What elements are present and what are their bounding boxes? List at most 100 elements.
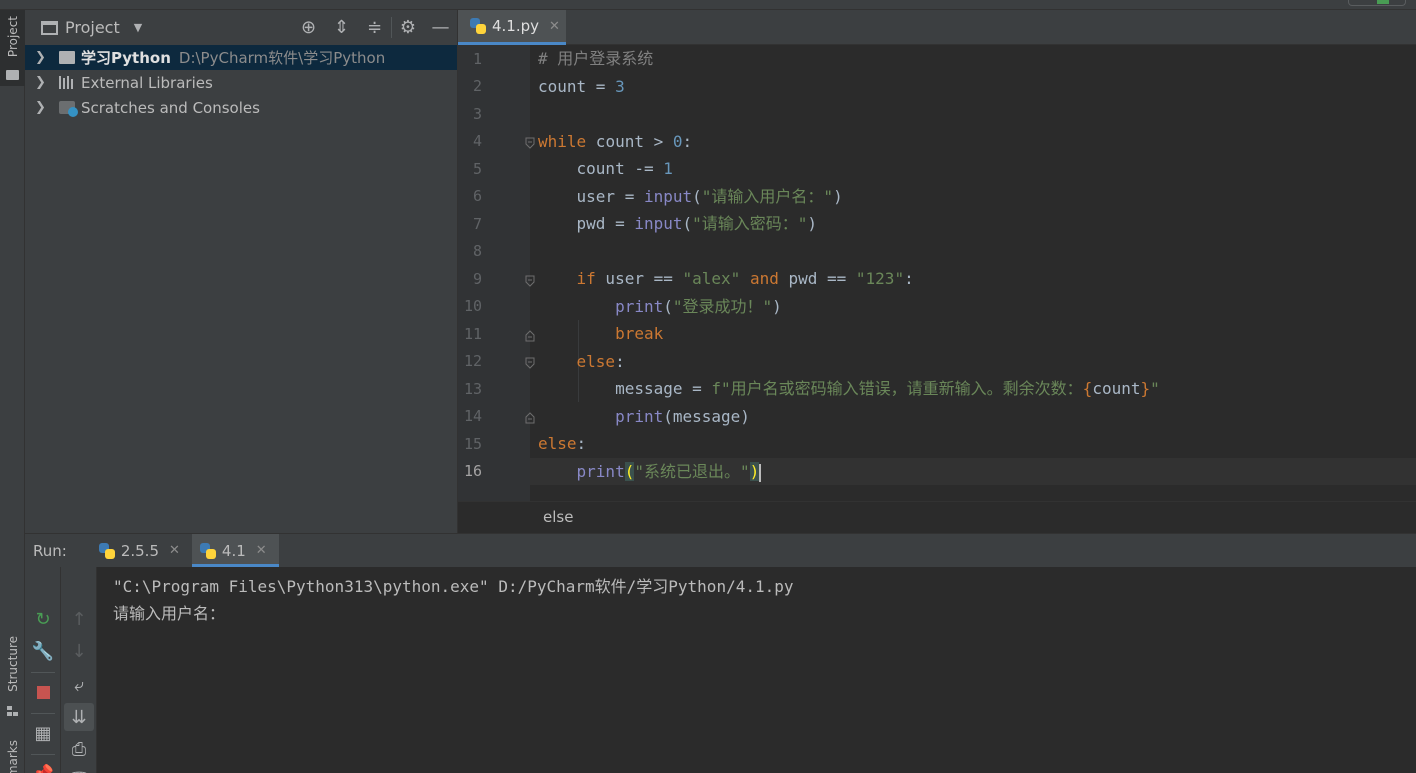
arrow-up-icon[interactable]: ↑ [61, 605, 97, 633]
project-panel: Project ▼ ⊕ ⇕ ≑ ⚙ — ❯ 学习Python D:\PyChar… [25, 10, 458, 533]
code-token: ( [692, 187, 702, 206]
tree-item-scratches[interactable]: ❯ Scratches and Consoles [25, 95, 457, 120]
run-panel-header: Run: 2.5.5 ✕ 4.1 ✕ [25, 534, 1416, 567]
tree-item-label: Scratches and Consoles [81, 98, 260, 117]
tool-tab-bookmarks[interactable]: Bookmarks [0, 738, 25, 773]
run-widget-edge[interactable] [1348, 0, 1406, 6]
close-icon[interactable]: ✕ [549, 19, 560, 34]
close-icon[interactable]: ✕ [169, 543, 180, 558]
expand-all-icon[interactable]: ⇕ [325, 17, 358, 38]
code-token: : [576, 434, 587, 453]
line-number: 14 [463, 407, 482, 425]
print-icon[interactable]: ⎙ [61, 735, 97, 763]
line-number: 4 [472, 132, 482, 150]
trash-icon[interactable]: 🗑 [61, 767, 97, 773]
line-number: 8 [472, 242, 482, 260]
code-token: = [586, 77, 616, 96]
line-number: 10 [463, 297, 482, 315]
project-view-selector[interactable]: Project [65, 18, 120, 37]
run-tab-4-1[interactable]: 4.1 ✕ [191, 534, 279, 567]
code-line-2: count = 3 [538, 73, 625, 100]
code-string: f"用户名或密码输入错误，请重新输入。剩余次数： [711, 379, 1083, 398]
code-token: ) [807, 214, 818, 233]
tree-item-external-libraries[interactable]: ❯ External Libraries [25, 70, 457, 95]
code-token: user == [595, 269, 683, 288]
code-token: user = [538, 187, 644, 206]
run-console-output[interactable]: "C:\Program Files\Python313\python.exe" … [97, 567, 1416, 773]
run-toolbar-secondary: ↑ ↓ ⤶ ⇊ ⎙ 🗑 [61, 567, 97, 773]
line-number: 5 [472, 160, 482, 178]
chevron-right-icon[interactable]: ❯ [35, 100, 59, 115]
run-tab-2-5-5[interactable]: 2.5.5 ✕ [91, 534, 192, 567]
line-number: 12 [463, 352, 482, 370]
arrow-down-icon[interactable]: ↓ [61, 637, 97, 665]
code-token: : [904, 269, 914, 288]
gear-icon[interactable]: ⚙ [391, 17, 424, 38]
breadcrumb-item[interactable]: else [543, 508, 573, 526]
line-number: 9 [472, 270, 482, 288]
code-line-5: count -= 1 [538, 155, 673, 182]
soft-wrap-icon[interactable]: ⤶ [61, 671, 97, 699]
folder-icon [6, 70, 19, 80]
scroll-to-end-icon[interactable]: ⇊ [64, 703, 94, 731]
close-icon[interactable]: ✕ [256, 543, 267, 558]
python-file-icon [470, 18, 486, 34]
code-number: 3 [615, 77, 625, 96]
scratches-icon [59, 101, 78, 117]
line-number: 13 [463, 380, 482, 398]
chevron-right-icon[interactable]: ❯ [35, 75, 59, 90]
breadcrumb[interactable]: else [458, 501, 1416, 533]
line-number: 1 [472, 50, 482, 68]
collapse-all-icon[interactable]: ≑ [358, 17, 391, 38]
code-line-14: print(message) [538, 403, 750, 430]
project-panel-toolbar: ⊕ ⇕ ≑ ⚙ — [292, 10, 457, 45]
run-tab-label: 2.5.5 [120, 541, 159, 560]
tree-item-project-root[interactable]: ❯ 学习Python D:\PyCharm软件\学习Python [25, 45, 457, 70]
stop-icon[interactable] [25, 678, 61, 706]
code-string: "系统已退出。" [634, 462, 750, 481]
line-number: 15 [463, 435, 482, 453]
run-toolbar-primary: ↻ 🔧 ▦ 📌 [25, 567, 61, 773]
code-token: ) [833, 187, 843, 206]
editor-tab-4-1-py[interactable]: 4.1.py ✕ [458, 10, 566, 45]
rerun-icon[interactable]: ↻ [25, 605, 61, 633]
chevron-down-icon[interactable]: ▼ [134, 21, 142, 34]
top-toolbar-strip [0, 0, 1416, 10]
project-panel-header: Project ▼ ⊕ ⇕ ≑ ⚙ — [25, 10, 457, 45]
tool-tab-structure[interactable]: Structure [0, 632, 25, 724]
code-token: pwd == [778, 269, 856, 288]
editor-tab-bar: 4.1.py ✕ [458, 10, 1416, 45]
tool-tab-project[interactable]: Project [0, 10, 25, 86]
code-keyword: while [538, 132, 587, 151]
layout-icon[interactable]: ▦ [25, 719, 61, 747]
editor-tab-label: 4.1.py [492, 17, 540, 35]
code-line-16: print("系统已退出。") [538, 458, 762, 485]
code-builtin: print [615, 297, 664, 316]
python-file-icon [98, 542, 115, 559]
line-number-current: 16 [463, 462, 482, 480]
code-builtin: print [576, 462, 625, 481]
locate-file-icon[interactable]: ⊕ [292, 17, 325, 38]
code-keyword: else [538, 434, 577, 453]
line-number: 3 [472, 105, 482, 123]
chevron-right-icon[interactable]: ❯ [35, 50, 59, 65]
code-bracket-match: ( [624, 462, 635, 481]
code-line-4: while count > 0: [538, 128, 692, 155]
code-keyword: break [615, 324, 664, 343]
code-token: (message) [663, 407, 750, 426]
pin-icon[interactable]: 📌 [25, 760, 61, 773]
code-fstring-brace: { [1082, 379, 1093, 398]
code-string: "登录成功！" [672, 297, 773, 316]
code-line-7: pwd = input("请输入密码：") [538, 210, 818, 237]
code-token: ( [682, 214, 693, 233]
code-keyword: and [749, 269, 779, 288]
wrench-icon[interactable]: 🔧 [25, 637, 61, 665]
code-string: "请输入用户名：" [701, 187, 834, 206]
hide-panel-icon[interactable]: — [424, 17, 457, 38]
code-editor: 4.1.py ✕ 1 2 3 4 5 6 7 8 9 10 11 12 13 1… [458, 10, 1416, 533]
code-area[interactable]: # 用户登录系统 count = 3 while count > 0: coun… [530, 45, 1416, 501]
